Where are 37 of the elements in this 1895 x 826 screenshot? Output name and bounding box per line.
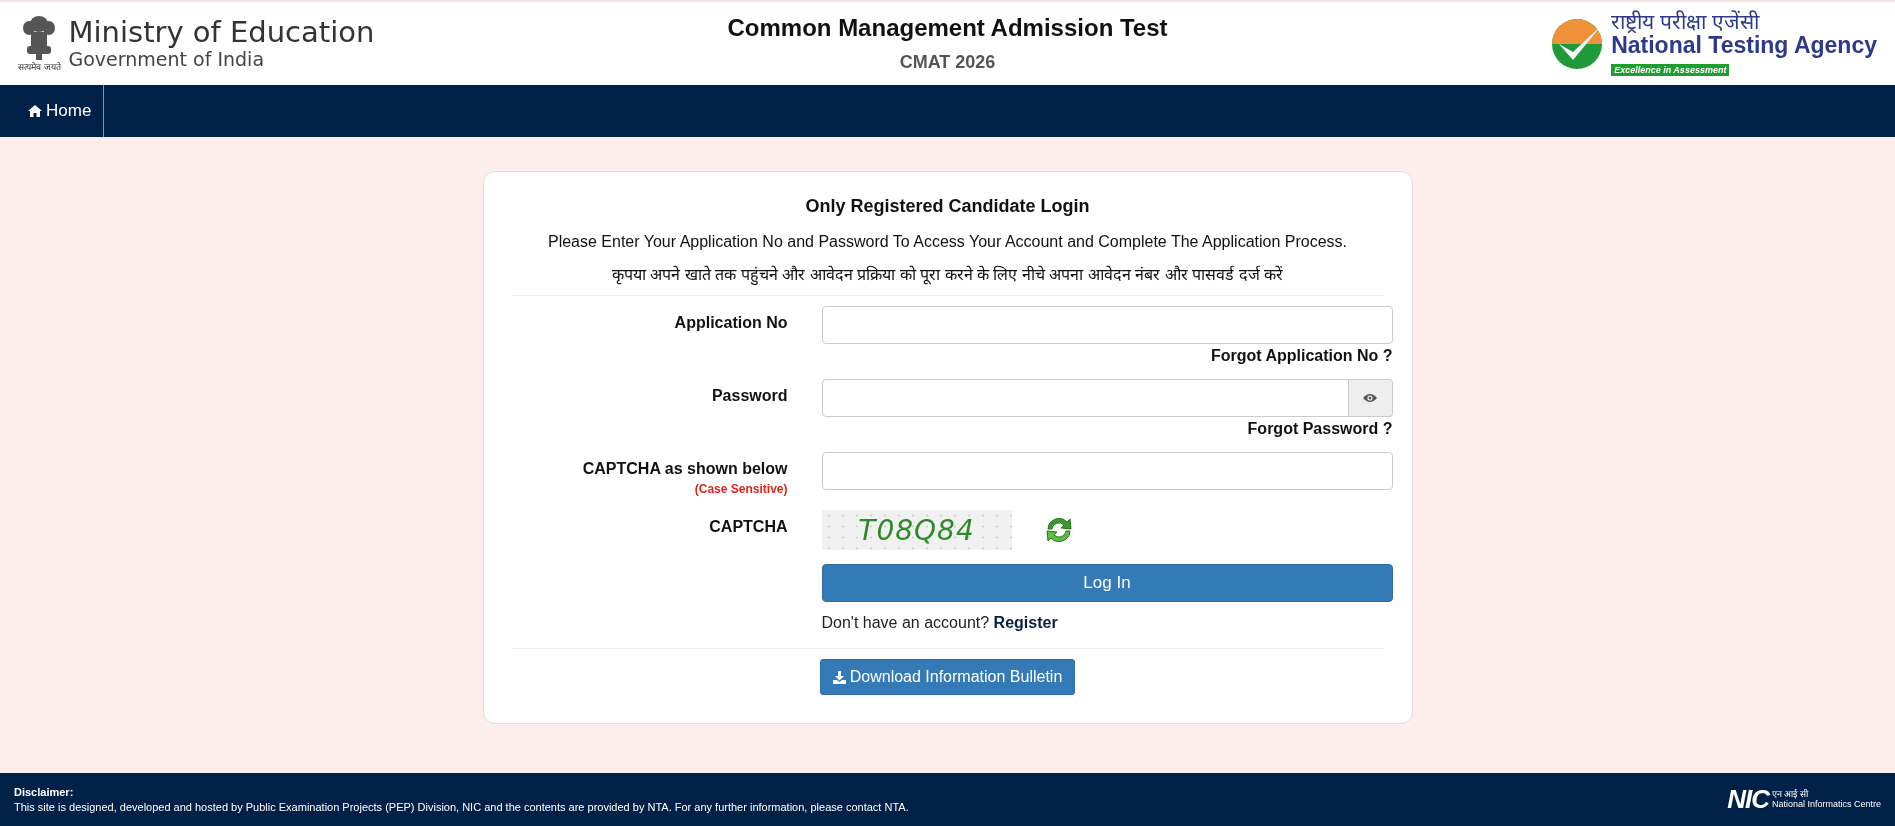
forgot-link[interactable]: Forgot Password ? [1247,420,1393,438]
agency-tagline: Excellence in Assessment [1611,63,1730,76]
show-password-button[interactable] [1348,379,1393,417]
field-label: CAPTCHA as shown below [582,460,788,477]
motto-text: सत्यमेव जयते [18,61,61,73]
download-button[interactable]: Download Information Bulletin [819,659,1076,695]
nic-name-text: National Informatics Centre [1771,799,1881,809]
ministry-subtitle: Government of India [68,48,266,71]
nic-hindi-text: एन आई सी [1771,790,1810,800]
login-title: Only Registered Candidate Login [804,196,1091,217]
ministry-title: Ministry of Education [68,16,375,49]
emblem-icon [21,14,58,60]
captcha-text: T08Q84 [858,513,975,547]
forgot-link[interactable]: Forgot Application No ? [1210,347,1393,365]
field-label: Password [711,387,788,404]
agency-hindi-name: राष्ट्रीय परीक्षा एजेंसी [1611,10,1761,32]
instruction-text: Please Enter Your Application No and Password To Access Your Account and Complete The Application Process. [547,233,1348,251]
download-icon [832,670,846,684]
register-link[interactable]: Register [993,614,1058,631]
input-field[interactable] [821,306,1393,344]
home-icon [28,105,42,117]
eye-icon [1363,393,1377,403]
disclaimer-text: This site is designed, developed and hosted by Public Examination Projects (PEP) Division, NIC and the contents are provided by NTA. For any further information, please contact NTA. [14,801,909,813]
nic-logo-text: NIC [1727,784,1769,815]
input-field[interactable] [821,452,1393,490]
field-label: CAPTCHA [709,518,788,535]
page-title: Common Management Admission Test [727,14,1168,42]
password-field[interactable] [821,379,1349,417]
page-subtitle: CMAT 2026 [898,52,997,73]
login-button[interactable]: Log In [821,564,1393,602]
disclaimer-heading: Disclaimer: [14,786,75,798]
check-logo-icon [1551,17,1604,70]
refresh-icon[interactable] [1043,515,1074,545]
field-label: Application No [674,314,788,331]
case-note: (Case Sensitive) [693,482,788,496]
register-prompt: Don't have an account? [821,614,990,631]
instruction-text: कृपया अपने खाते तक पहुंचने और आवेदन प्रक्रिया को पूरा करने के लिए नीचे अपना आवेदन नंबर और पासवर्ड दर्ज करें [611,264,1284,285]
